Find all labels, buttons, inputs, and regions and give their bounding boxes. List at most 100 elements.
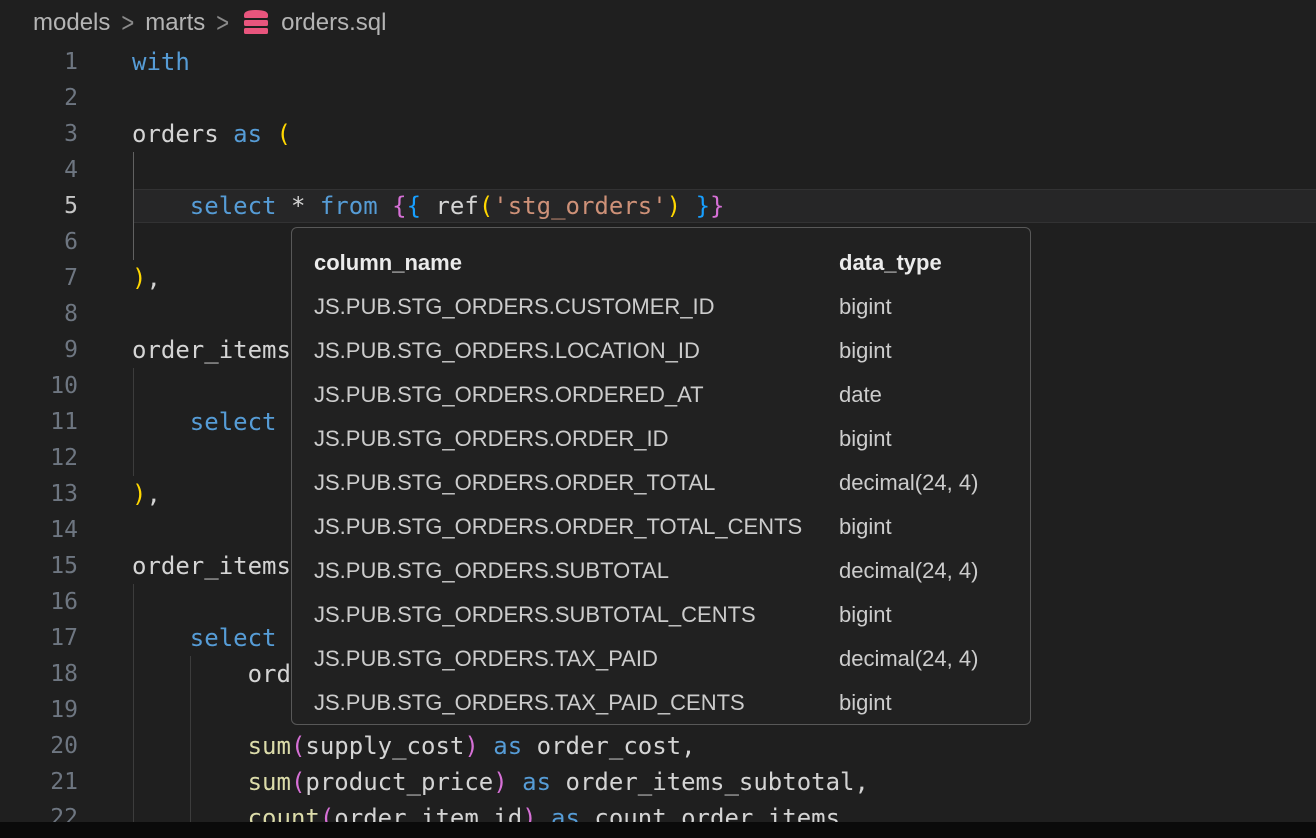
code-token: from bbox=[320, 192, 378, 220]
code-token: supply_cost bbox=[305, 732, 464, 760]
code-token: ref bbox=[435, 192, 478, 220]
column-metadata-popup: column_name data_type JS.PUB.STG_ORDERS.… bbox=[291, 227, 1031, 725]
code-token bbox=[551, 768, 565, 796]
popup-cell-column-name: JS.PUB.STG_ORDERS.ORDER_TOTAL_CENTS bbox=[314, 505, 839, 549]
code-token bbox=[132, 624, 190, 652]
popup-cell-data-type: bigint bbox=[839, 681, 1030, 725]
code-token: 'stg_orders' bbox=[493, 192, 666, 220]
line-number[interactable]: 20 bbox=[0, 728, 78, 764]
popup-row: JS.PUB.STG_ORDERS.CUSTOMER_IDbigint bbox=[314, 285, 1030, 329]
line-number[interactable]: 5 bbox=[0, 188, 78, 224]
code-token: as bbox=[493, 732, 522, 760]
code-token: product_price bbox=[305, 768, 493, 796]
code-line[interactable]: 1 with bbox=[0, 44, 1316, 80]
line-number[interactable]: 3 bbox=[0, 116, 78, 152]
popup-header-column-name: column_name bbox=[314, 241, 839, 285]
line-number[interactable]: 21 bbox=[0, 764, 78, 800]
code-token: { bbox=[392, 192, 406, 220]
popup-cell-column-name: JS.PUB.STG_ORDERS.ORDERED_AT bbox=[314, 373, 839, 417]
line-number[interactable]: 16 bbox=[0, 584, 78, 620]
code-line[interactable]: 21 sum(product_price) as order_items_sub… bbox=[0, 764, 1316, 800]
code-token bbox=[262, 120, 276, 148]
popup-row: JS.PUB.STG_ORDERS.ORDER_TOTALdecimal(24,… bbox=[314, 461, 1030, 505]
bottom-panel-edge bbox=[0, 822, 1316, 838]
code-token bbox=[219, 120, 233, 148]
line-number[interactable]: 9 bbox=[0, 332, 78, 368]
code-token: with bbox=[132, 48, 190, 76]
code-line[interactable]: 5 select * from {{ ref('stg_orders') }} bbox=[0, 188, 1316, 224]
code-token: , bbox=[146, 264, 160, 292]
code-line[interactable]: 3 orders as ( bbox=[0, 116, 1316, 152]
code-token: as bbox=[233, 120, 262, 148]
line-number[interactable]: 1 bbox=[0, 44, 78, 80]
indent-guide bbox=[133, 224, 134, 260]
breadcrumb-item-file[interactable]: orders.sql bbox=[240, 8, 386, 38]
popup-row: JS.PUB.STG_ORDERS.ORDER_TOTAL_CENTSbigin… bbox=[314, 505, 1030, 549]
code-token: ( bbox=[277, 120, 291, 148]
code-token: ( bbox=[291, 732, 305, 760]
line-number[interactable]: 4 bbox=[0, 152, 78, 188]
popup-cell-column-name: JS.PUB.STG_ORDERS.ORDER_TOTAL bbox=[314, 461, 839, 505]
line-number[interactable]: 8 bbox=[0, 296, 78, 332]
code-token: ( bbox=[291, 768, 305, 796]
code-token bbox=[305, 192, 319, 220]
editor-window: models > marts > orders.sql 1with23order… bbox=[0, 0, 1316, 838]
code-token bbox=[132, 768, 248, 796]
line-number[interactable]: 10 bbox=[0, 368, 78, 404]
line-number[interactable]: 6 bbox=[0, 224, 78, 260]
line-number[interactable]: 13 bbox=[0, 476, 78, 512]
code-text: with bbox=[132, 44, 190, 80]
code-token: ) bbox=[464, 732, 478, 760]
breadcrumb-item-marts[interactable]: marts bbox=[145, 9, 205, 37]
code-token bbox=[277, 192, 291, 220]
code-token: ) bbox=[667, 192, 681, 220]
popup-row: JS.PUB.STG_ORDERS.LOCATION_IDbigint bbox=[314, 329, 1030, 373]
popup-cell-column-name: JS.PUB.STG_ORDERS.ORDER_ID bbox=[314, 417, 839, 461]
popup-cell-data-type: date bbox=[839, 373, 1030, 417]
popup-row: JS.PUB.STG_ORDERS.ORDER_IDbigint bbox=[314, 417, 1030, 461]
popup-cell-data-type: bigint bbox=[839, 285, 1030, 329]
code-line[interactable]: 20 sum(supply_cost) as order_cost, bbox=[0, 728, 1316, 764]
code-token: order_items_subtotal, bbox=[566, 768, 869, 796]
code-token: ) bbox=[132, 480, 146, 508]
code-line[interactable]: 4 bbox=[0, 152, 1316, 188]
code-text: order_items bbox=[132, 548, 291, 584]
breadcrumb-item-models[interactable]: models bbox=[33, 9, 110, 37]
code-text: select bbox=[132, 620, 277, 656]
code-token: ord bbox=[248, 660, 291, 688]
popup-cell-data-type: bigint bbox=[839, 505, 1030, 549]
line-number[interactable]: 19 bbox=[0, 692, 78, 728]
popup-cell-column-name: JS.PUB.STG_ORDERS.SUBTOTAL bbox=[314, 549, 839, 593]
popup-cell-data-type: decimal(24, 4) bbox=[839, 549, 1030, 593]
code-token bbox=[132, 732, 248, 760]
code-token: { bbox=[407, 192, 421, 220]
code-token bbox=[421, 192, 435, 220]
code-line[interactable]: 2 bbox=[0, 80, 1316, 116]
code-token: } bbox=[696, 192, 710, 220]
indent-guide bbox=[133, 440, 134, 476]
popup-header-row: column_name data_type bbox=[314, 241, 1030, 285]
line-number[interactable]: 12 bbox=[0, 440, 78, 476]
line-number[interactable]: 15 bbox=[0, 548, 78, 584]
popup-cell-column-name: JS.PUB.STG_ORDERS.TAX_PAID bbox=[314, 637, 839, 681]
code-token: ) bbox=[132, 264, 146, 292]
line-number[interactable]: 7 bbox=[0, 260, 78, 296]
code-token: sum bbox=[248, 768, 291, 796]
code-token bbox=[378, 192, 392, 220]
code-token: } bbox=[710, 192, 724, 220]
popup-cell-column-name: JS.PUB.STG_ORDERS.LOCATION_ID bbox=[314, 329, 839, 373]
line-number[interactable]: 14 bbox=[0, 512, 78, 548]
chevron-right-icon: > bbox=[121, 7, 134, 40]
code-token: ( bbox=[479, 192, 493, 220]
popup-row: JS.PUB.STG_ORDERS.ORDERED_ATdate bbox=[314, 373, 1030, 417]
line-number[interactable]: 18 bbox=[0, 656, 78, 692]
line-number[interactable]: 17 bbox=[0, 620, 78, 656]
code-token bbox=[681, 192, 695, 220]
code-token: select bbox=[190, 192, 277, 220]
code-text: select bbox=[132, 404, 277, 440]
indent-guide bbox=[133, 692, 134, 728]
code-token: orders bbox=[132, 120, 219, 148]
popup-cell-data-type: decimal(24, 4) bbox=[839, 637, 1030, 681]
line-number[interactable]: 11 bbox=[0, 404, 78, 440]
line-number[interactable]: 2 bbox=[0, 80, 78, 116]
